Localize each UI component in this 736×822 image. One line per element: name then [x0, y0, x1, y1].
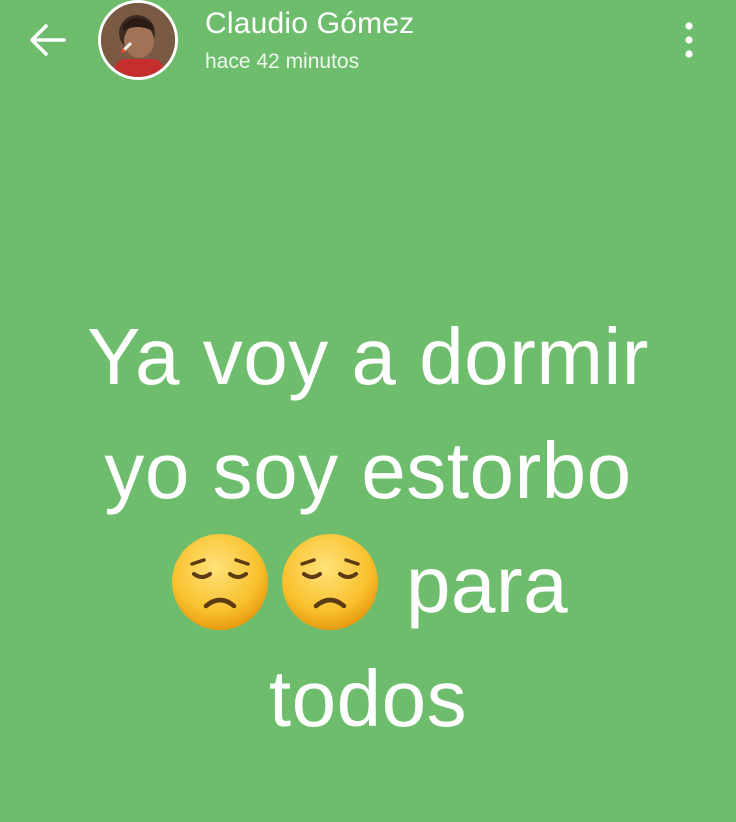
- avatar[interactable]: [98, 0, 178, 80]
- pensive-face-icon: [168, 530, 272, 634]
- status-line-4: todos: [268, 654, 468, 743]
- status-header: Claudio Gómez hace 42 minutos: [0, 0, 736, 90]
- status-message: Ya voy a dormir yo soy estorbo para todo…: [0, 300, 736, 756]
- arrow-left-icon: [30, 24, 66, 56]
- status-line-3-text: para: [405, 540, 569, 629]
- more-options-button[interactable]: [674, 18, 704, 62]
- status-timestamp: hace 42 minutos: [205, 50, 360, 73]
- status-line-1: Ya voy a dormir: [87, 312, 649, 401]
- more-vertical-icon: [685, 22, 693, 58]
- pensive-face-icon: [278, 530, 382, 634]
- profile-photo: [101, 3, 175, 77]
- back-button[interactable]: [26, 20, 70, 60]
- user-name[interactable]: Claudio Gómez: [205, 7, 414, 41]
- status-line-2: yo soy estorbo: [104, 426, 632, 515]
- status-line-3: para: [0, 528, 736, 642]
